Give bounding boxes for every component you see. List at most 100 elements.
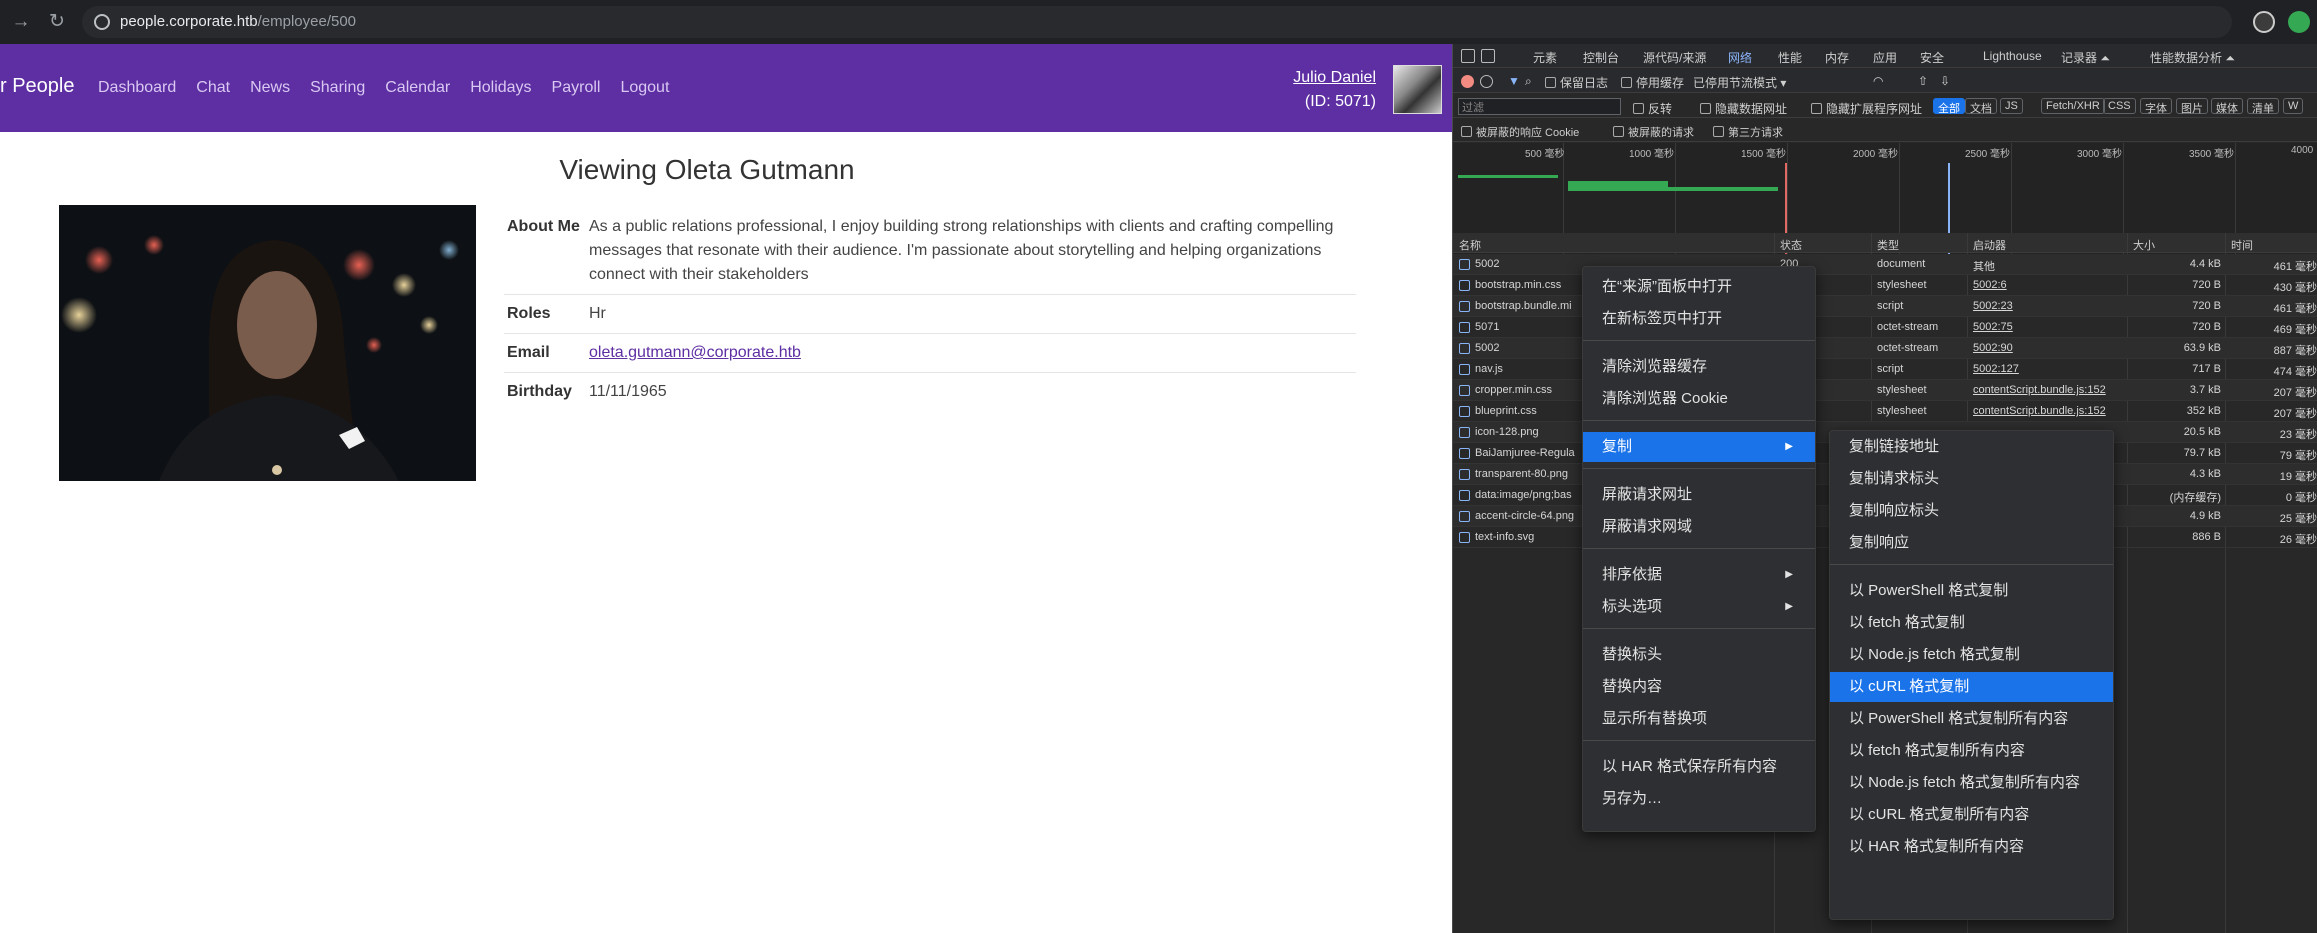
copy-all-as-powershell[interactable]: 以 PowerShell 格式复制所有内容 xyxy=(1830,704,2113,734)
chip-ws[interactable]: W xyxy=(2283,98,2304,114)
menu-header-options[interactable]: 标头选项 ▶ xyxy=(1583,592,1815,622)
invert-checkbox[interactable]: 反转 xyxy=(1633,100,1672,117)
site-info-icon[interactable] xyxy=(94,14,110,30)
copy-all-as-curl[interactable]: 以 cURL 格式复制所有内容 xyxy=(1830,800,2113,830)
chip-fetch[interactable]: Fetch/XHR xyxy=(2041,98,2105,114)
menu-save-as[interactable]: 另存为… xyxy=(1583,784,1815,814)
menu-open-in-sources[interactable]: 在“来源”面板中打开 xyxy=(1583,272,1815,302)
tab-elements[interactable]: 元素 xyxy=(1533,49,1557,66)
col-size[interactable]: 大小 xyxy=(2133,237,2155,253)
menu-block-domain[interactable]: 屏蔽请求网域 xyxy=(1583,512,1815,542)
copy-link-address[interactable]: 复制链接地址 xyxy=(1830,432,2113,462)
copy-as-fetch[interactable]: 以 fetch 格式复制 xyxy=(1830,608,2113,638)
menu-open-new-tab[interactable]: 在新标签页中打开 xyxy=(1583,304,1815,334)
chip-all[interactable]: 全部 xyxy=(1933,98,1965,115)
menu-save-har[interactable]: 以 HAR 格式保存所有内容 xyxy=(1583,752,1815,782)
tab-perf-insights[interactable]: 性能数据分析 ⏶ xyxy=(2150,49,2235,66)
nav-logout[interactable]: Logout xyxy=(620,79,669,97)
tab-security[interactable]: 安全 xyxy=(1920,49,1944,66)
hide-data-urls-checkbox[interactable]: 隐藏数据网址 xyxy=(1700,100,1787,117)
tab-memory[interactable]: 内存 xyxy=(1825,49,1849,66)
menu-override-headers[interactable]: 替换标头 xyxy=(1583,640,1815,670)
chip-js[interactable]: JS xyxy=(2000,98,2023,114)
forward-icon[interactable]: → xyxy=(8,9,34,35)
filter-input[interactable]: 过滤 xyxy=(1458,98,1621,115)
col-initiator[interactable]: 启动器 xyxy=(1973,237,2006,253)
copy-all-as-har[interactable]: 以 HAR 格式复制所有内容 xyxy=(1830,832,2113,862)
copy-as-node-fetch[interactable]: 以 Node.js fetch 格式复制 xyxy=(1830,640,2113,670)
copy-as-curl[interactable]: 以 cURL 格式复制 xyxy=(1830,672,2113,702)
col-name[interactable]: 名称 xyxy=(1459,237,1481,253)
nav-calendar[interactable]: Calendar xyxy=(385,79,450,97)
menu-override-content[interactable]: 替换内容 xyxy=(1583,672,1815,702)
email-link[interactable]: oleta.gutmann@corporate.htb xyxy=(589,344,801,361)
chip-media[interactable]: 媒体 xyxy=(2211,98,2243,115)
disable-cache-checkbox[interactable]: 停用缓存 xyxy=(1621,74,1684,91)
nav-sharing[interactable]: Sharing xyxy=(310,79,365,97)
blocked-requests-checkbox[interactable]: 被屏蔽的请求 xyxy=(1613,124,1694,140)
menu-clear-cache[interactable]: 清除浏览器缓存 xyxy=(1583,352,1815,382)
throttle-select[interactable]: 已停用节流模式 ▾ xyxy=(1693,74,1786,91)
third-party-checkbox[interactable]: 第三方请求 xyxy=(1713,124,1783,140)
request-size: 4.3 kB xyxy=(2189,468,2221,480)
nav-holidays[interactable]: Holidays xyxy=(470,79,531,97)
chip-font[interactable]: 字体 xyxy=(2140,98,2172,115)
device-toolbar-icon[interactable] xyxy=(1481,49,1495,63)
menu-show-overrides[interactable]: 显示所有替换项 xyxy=(1583,704,1815,734)
inspect-icon[interactable] xyxy=(1461,49,1475,63)
request-initiator[interactable]: 5002:75 xyxy=(1973,321,2123,333)
nav-dashboard[interactable]: Dashboard xyxy=(98,79,176,97)
col-time[interactable]: 时间 xyxy=(2231,237,2253,253)
user-name-link[interactable]: Julio Daniel xyxy=(1293,66,1376,90)
tab-lighthouse[interactable]: Lighthouse xyxy=(1983,49,2042,63)
nav-chat[interactable]: Chat xyxy=(196,79,230,97)
tab-console[interactable]: 控制台 xyxy=(1583,49,1619,66)
menu-block-url[interactable]: 屏蔽请求网址 xyxy=(1583,480,1815,510)
tab-application[interactable]: 应用 xyxy=(1873,49,1897,66)
request-initiator[interactable]: contentScript.bundle.js:152 xyxy=(1973,384,2123,396)
request-initiator[interactable]: 其他 xyxy=(1973,258,2123,274)
extension-icon[interactable] xyxy=(2253,11,2275,33)
export-har-icon[interactable]: ⇩ xyxy=(1940,74,1950,88)
record-icon[interactable] xyxy=(1461,75,1474,88)
request-initiator[interactable]: contentScript.bundle.js:152 xyxy=(1973,405,2123,417)
tab-performance[interactable]: 性能 xyxy=(1778,49,1802,66)
filter-icon[interactable]: ▼ xyxy=(1508,74,1520,88)
import-har-icon[interactable]: ⇧ xyxy=(1918,74,1928,88)
blocked-cookies-checkbox[interactable]: 被屏蔽的响应 Cookie xyxy=(1461,124,1579,140)
request-initiator[interactable]: 5002:23 xyxy=(1973,300,2123,312)
request-initiator[interactable]: 5002:127 xyxy=(1973,363,2123,375)
menu-clear-cookies[interactable]: 清除浏览器 Cookie xyxy=(1583,384,1815,414)
chip-manifest[interactable]: 清单 xyxy=(2247,98,2279,115)
request-initiator[interactable]: 5002:6 xyxy=(1973,279,2123,291)
menu-sort-by[interactable]: 排序依据 ▶ xyxy=(1583,560,1815,590)
col-type[interactable]: 类型 xyxy=(1877,237,1899,253)
chip-img[interactable]: 图片 xyxy=(2176,98,2208,115)
profile-icon[interactable] xyxy=(2288,11,2310,33)
tab-sources[interactable]: 源代码/来源 xyxy=(1643,49,1706,66)
request-initiator[interactable]: 5002:90 xyxy=(1973,342,2123,354)
copy-as-powershell[interactable]: 以 PowerShell 格式复制 xyxy=(1830,576,2113,606)
tab-recorder[interactable]: 记录器 ⏶ xyxy=(2061,49,2110,66)
copy-request-headers[interactable]: 复制请求标头 xyxy=(1830,464,2113,494)
request-time: 25 毫秒 xyxy=(2279,513,2317,525)
copy-response-headers[interactable]: 复制响应标头 xyxy=(1830,496,2113,526)
wifi-icon[interactable]: ◠ xyxy=(1873,74,1883,88)
search-icon[interactable]: ⌕ xyxy=(1525,74,1532,89)
preserve-log-checkbox[interactable]: 保留日志 xyxy=(1545,74,1608,91)
copy-response[interactable]: 复制响应 xyxy=(1830,528,2113,558)
copy-all-as-node-fetch[interactable]: 以 Node.js fetch 格式复制所有内容 xyxy=(1830,768,2113,798)
col-status[interactable]: 状态 xyxy=(1780,237,1802,253)
copy-all-as-fetch[interactable]: 以 fetch 格式复制所有内容 xyxy=(1830,736,2113,766)
nav-payroll[interactable]: Payroll xyxy=(552,79,601,97)
hide-extension-urls-checkbox[interactable]: 隐藏扩展程序网址 xyxy=(1811,100,1922,117)
address-bar[interactable]: people.corporate.htb/employee/500 xyxy=(82,6,2232,38)
menu-copy[interactable]: 复制 ▶ xyxy=(1583,432,1815,462)
clear-icon[interactable] xyxy=(1480,75,1493,88)
chip-doc[interactable]: 文档 xyxy=(1965,98,1997,115)
site-brand[interactable]: r People xyxy=(0,75,75,98)
chip-css[interactable]: CSS xyxy=(2103,98,2136,114)
reload-icon[interactable]: ↻ xyxy=(44,9,70,35)
nav-news[interactable]: News xyxy=(250,79,290,97)
user-avatar[interactable] xyxy=(1393,65,1442,114)
